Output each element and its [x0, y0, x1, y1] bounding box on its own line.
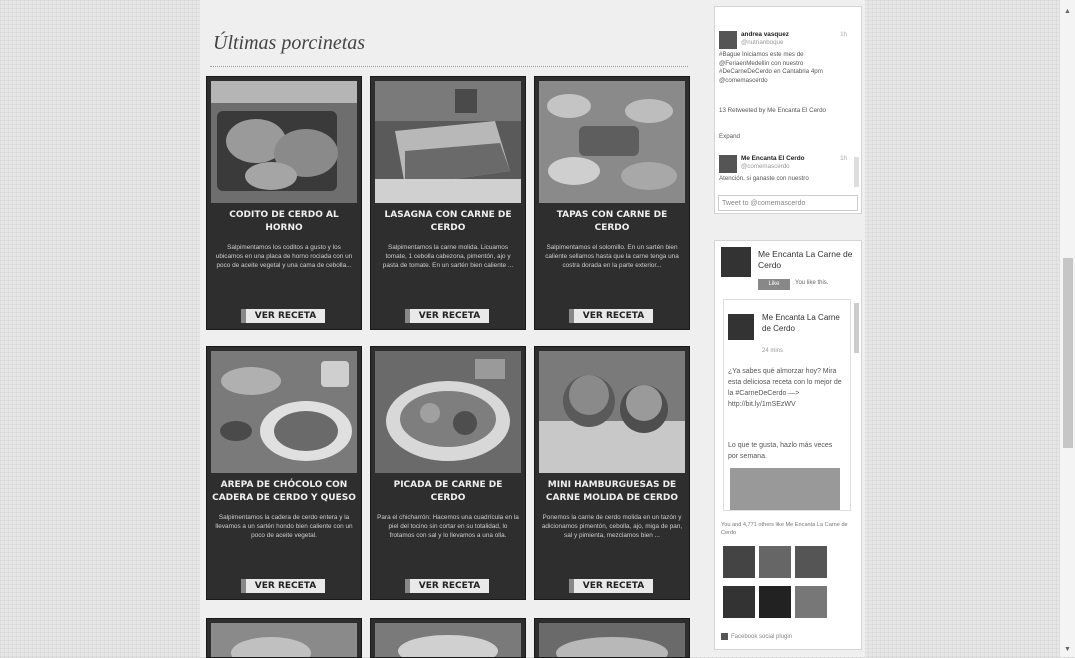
- expand-link[interactable]: Expand: [719, 133, 847, 142]
- recipe-photo[interactable]: [539, 623, 685, 657]
- post-text-2: Lo que te gusta, hazlo más veces por sem…: [728, 442, 833, 460]
- recipe-description: Salpimentamos los coditos a gusto y los …: [215, 244, 353, 269]
- tweet-text: #Bague Iniciamos este mes de @FeriaenMed…: [719, 51, 823, 84]
- recipe-description: Salpimentamos el solomillo. En un sartén…: [545, 244, 679, 269]
- post-logo[interactable]: [728, 314, 754, 340]
- recipe-card[interactable]: PICADA DE CARNE DE CERDO Para el chichar…: [370, 346, 526, 600]
- recipe-photo[interactable]: [375, 81, 521, 203]
- recipe-photo[interactable]: [375, 351, 521, 473]
- fan-avatar[interactable]: [759, 586, 791, 618]
- tweet[interactable]: Me Encanta El Cerdo @comemascerdo 1h Ate…: [719, 155, 847, 191]
- recipe-card[interactable]: [206, 618, 362, 658]
- view-recipe-button[interactable]: VER RECETA: [405, 579, 489, 593]
- recipe-photo[interactable]: [539, 351, 685, 473]
- avatar[interactable]: [719, 31, 737, 49]
- tweet-time[interactable]: 1h: [840, 31, 847, 40]
- recipe-title[interactable]: LASAGNA CON CARNE DE CERDO: [375, 205, 521, 239]
- post-image[interactable]: [730, 468, 840, 510]
- fan-avatar[interactable]: [723, 546, 755, 578]
- tweet-time[interactable]: 1h: [840, 155, 847, 164]
- recipe-photo[interactable]: [211, 351, 357, 473]
- recipe-photo[interactable]: [211, 623, 357, 657]
- page-feed: Me Encanta La Carne de Cerdo 24 mins ¿Ya…: [723, 299, 851, 511]
- post-page-name[interactable]: Me Encanta La Carne de Cerdo: [762, 312, 842, 334]
- scroll-thumb[interactable]: [1063, 258, 1073, 448]
- recipe-card[interactable]: [370, 618, 526, 658]
- recipe-title[interactable]: AREPA DE CHÓCOLO CON CADERA DE CERDO Y Q…: [211, 475, 357, 509]
- like-note: You like this.: [795, 280, 829, 286]
- title-divider: [210, 66, 688, 67]
- recipe-title[interactable]: TAPAS CON CARNE DE CERDO: [539, 205, 685, 239]
- tweet-text: Atención, si ganaste con nuestro: [719, 175, 809, 182]
- recipe-title[interactable]: PICADA DE CARNE DE CERDO: [375, 475, 521, 509]
- view-recipe-button[interactable]: VER RECETA: [569, 579, 653, 593]
- fan-avatar[interactable]: [759, 546, 791, 578]
- plugin-text: Facebook social plugin: [731, 634, 793, 641]
- recipe-description: Para el chicharrón: Hacemos una cuadrícu…: [377, 514, 519, 539]
- retweet-note: 13 Retweeted by Me Encanta El Cerdo: [719, 107, 826, 114]
- twitter-widget: andrea vasquez @nutrianboque 1h #Bague I…: [714, 6, 862, 214]
- recipe-card[interactable]: MINI HAMBURGUESAS DE CARNE MOLIDA DE CER…: [534, 346, 690, 600]
- facebook-widget: Me Encanta La Carne de Cerdo Like You li…: [714, 240, 862, 650]
- fan-avatar[interactable]: [723, 586, 755, 618]
- feed-scrollbar[interactable]: [854, 303, 859, 353]
- scroll-down-icon[interactable]: ▼: [1064, 646, 1071, 653]
- fan-avatar[interactable]: [795, 546, 827, 578]
- page-scrollbar[interactable]: ▲ ▼: [1059, 0, 1075, 657]
- view-recipe-button[interactable]: VER RECETA: [241, 579, 325, 593]
- recipe-description: Ponemos la carne de cerdo molida en un t…: [541, 514, 683, 539]
- fans-count: You and 4,771 others like Me Encanta La …: [721, 522, 848, 536]
- facebook-icon: [721, 633, 728, 640]
- recipe-photo[interactable]: [375, 623, 521, 657]
- recipe-card[interactable]: TAPAS CON CARNE DE CERDO Salpimentamos e…: [534, 76, 690, 330]
- recipe-description: Salpimentamos la carne molida. Licuamos …: [382, 244, 514, 269]
- view-recipe-button[interactable]: VER RECETA: [569, 309, 653, 323]
- recipe-photo[interactable]: [211, 81, 357, 203]
- post-time[interactable]: 24 mins: [762, 348, 783, 354]
- tweet-input[interactable]: Tweet to @comemascerdo: [718, 195, 858, 211]
- page-logo[interactable]: [721, 247, 751, 277]
- recipe-card[interactable]: AREPA DE CHÓCOLO CON CADERA DE CERDO Y Q…: [206, 346, 362, 600]
- tweet-handle[interactable]: @comemascerdo: [741, 163, 790, 172]
- recipe-card[interactable]: LASAGNA CON CARNE DE CERDO Salpimentamos…: [370, 76, 526, 330]
- recipe-card[interactable]: [534, 618, 690, 658]
- scroll-up-icon[interactable]: ▲: [1064, 8, 1071, 15]
- like-button[interactable]: Like: [758, 279, 790, 290]
- recipe-photo[interactable]: [539, 81, 685, 203]
- view-recipe-button[interactable]: VER RECETA: [405, 309, 489, 323]
- social-plugin-label[interactable]: Facebook social plugin: [721, 633, 792, 640]
- tweet[interactable]: andrea vasquez @nutrianboque 1h #Bague I…: [719, 31, 847, 151]
- page-name[interactable]: Me Encanta La Carne de Cerdo: [758, 249, 858, 271]
- view-recipe-button[interactable]: VER RECETA: [241, 309, 325, 323]
- recipe-title[interactable]: MINI HAMBURGUESAS DE CARNE MOLIDA DE CER…: [539, 475, 685, 509]
- fan-avatar[interactable]: [795, 586, 827, 618]
- recipe-description: Salpimentamos la cadera de cerdo entera …: [215, 514, 353, 539]
- avatar[interactable]: [719, 155, 737, 173]
- recipe-card[interactable]: CODITO DE CERDO AL HORNO Salpimentamos l…: [206, 76, 362, 330]
- tweet-handle[interactable]: @nutrianboque: [741, 39, 783, 48]
- section-title: Últimas porcinetas: [213, 32, 366, 54]
- tweet-scrollbar[interactable]: [854, 157, 859, 187]
- recipe-title[interactable]: CODITO DE CERDO AL HORNO: [211, 205, 357, 239]
- post-text: ¿Ya sabes qué almorzar hoy? Mira esta de…: [728, 368, 842, 408]
